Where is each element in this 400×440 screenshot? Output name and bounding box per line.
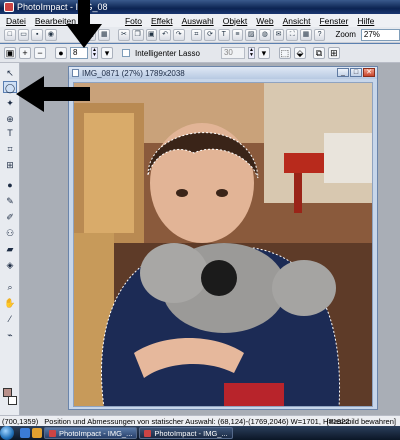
lasso-tool-icon[interactable]: ◯ bbox=[3, 81, 17, 93]
subtract-selection-icon[interactable]: − bbox=[34, 47, 46, 59]
close-button[interactable]: ✕ bbox=[363, 68, 375, 77]
pick-tool-icon[interactable]: ↖ bbox=[3, 67, 17, 79]
fullscreen-icon[interactable]: ⛶ bbox=[286, 28, 299, 41]
desktop-quicklaunch-icon[interactable] bbox=[20, 428, 30, 438]
image-canvas[interactable] bbox=[73, 82, 373, 407]
menu-fenster[interactable]: Fenster bbox=[319, 16, 348, 26]
open-file-icon[interactable]: ▭ bbox=[17, 28, 30, 41]
menu-foto[interactable]: Foto bbox=[125, 16, 142, 26]
status-bar: (700,1359) Position und Abmessungen von … bbox=[0, 415, 400, 426]
selection-mode-icon[interactable]: ▣ bbox=[4, 47, 16, 59]
fill-tool-icon[interactable]: ● bbox=[3, 179, 17, 191]
redo-icon[interactable]: ↷ bbox=[172, 28, 185, 41]
edge-width-input[interactable]: 30 bbox=[220, 47, 245, 59]
menu-ansicht[interactable]: Ansicht bbox=[283, 16, 311, 26]
app-titlebar: PhotoImpact - IMG_08 bbox=[0, 0, 400, 14]
paint-brush-tool-icon[interactable]: ✎ bbox=[3, 195, 17, 207]
paste-icon[interactable]: ▣ bbox=[145, 28, 158, 41]
retouch-tool-icon[interactable]: ✐ bbox=[3, 211, 17, 223]
slice-tool-icon[interactable]: ⊞ bbox=[3, 159, 17, 171]
taskbar-item-label: PhotoImpact - IMG_... bbox=[154, 428, 228, 438]
photoimpact-task-icon bbox=[144, 429, 152, 437]
smart-lasso-checkbox[interactable] bbox=[122, 49, 130, 57]
edge-width-dropdown-icon[interactable]: ▾ bbox=[257, 47, 270, 59]
status-coordinates: (700,1359) bbox=[2, 416, 39, 426]
camera-icon[interactable]: ◉ bbox=[45, 28, 57, 41]
layers-icon[interactable]: ≡ bbox=[231, 28, 244, 41]
magic-wand-tool-icon[interactable]: ✦ bbox=[3, 97, 17, 109]
new-file-icon[interactable]: □ bbox=[4, 28, 16, 41]
save-icon[interactable]: ▪ bbox=[31, 28, 44, 41]
text-icon[interactable]: T bbox=[217, 28, 230, 41]
explorer-quicklaunch-icon[interactable] bbox=[32, 428, 42, 438]
bucket-tool-icon[interactable]: ◈ bbox=[3, 259, 17, 271]
status-message: Position und Abmessungen von statischer … bbox=[44, 416, 350, 426]
hand-tool-icon[interactable]: ✋ bbox=[3, 297, 17, 309]
grid-icon[interactable]: ▦ bbox=[300, 28, 312, 41]
rotate-icon[interactable]: ⟳ bbox=[204, 28, 216, 41]
zoom-tool-icon[interactable]: ⌕ bbox=[3, 281, 17, 293]
taskbar-item-label: PhotoImpact - IMG_... bbox=[59, 428, 133, 438]
image-icon[interactable]: ▨ bbox=[245, 28, 257, 41]
edge-width-spinner[interactable]: ▲ ▼ bbox=[247, 47, 255, 59]
lasso-option-c-icon[interactable]: ⧉ bbox=[312, 47, 325, 59]
undo-icon[interactable]: ↶ bbox=[159, 28, 171, 41]
menu-auswahl[interactable]: Auswahl bbox=[182, 16, 214, 26]
eyedropper-tool-icon[interactable]: ⁄ bbox=[3, 313, 17, 325]
taskbar-item-photoimpact-2[interactable]: PhotoImpact - IMG_... bbox=[139, 427, 233, 439]
status-mode: [Basisbild bewahren] bbox=[326, 417, 396, 426]
menu-bar: Datei Bearbeiten Foto Effekt Auswahl Obj… bbox=[0, 14, 400, 27]
annotation-arrow-left bbox=[16, 76, 90, 112]
lasso-option-b-icon[interactable]: ⬙ bbox=[293, 47, 306, 59]
smart-lasso-label: Intelligenter Lasso bbox=[135, 48, 200, 58]
document-titlebar[interactable]: IMG_0871 (27%) 1789x2038 _ □ ✕ bbox=[69, 67, 377, 79]
menu-hilfe[interactable]: Hilfe bbox=[357, 16, 374, 26]
clone-tool-icon[interactable]: ⚇ bbox=[3, 227, 17, 239]
web-icon[interactable]: ◍ bbox=[259, 28, 271, 41]
menu-effekt[interactable]: Effekt bbox=[151, 16, 173, 26]
taskbar-item-photoimpact-1[interactable]: PhotoImpact - IMG_... bbox=[44, 427, 138, 439]
email-icon[interactable]: ✉ bbox=[272, 28, 285, 41]
photoimpact-app-icon bbox=[4, 2, 14, 12]
help-icon[interactable]: ? bbox=[313, 28, 326, 41]
windows-taskbar: PhotoImpact - IMG_... PhotoImpact - IMG_… bbox=[0, 426, 400, 440]
zoom-select[interactable]: 27% bbox=[360, 28, 400, 41]
lasso-option-d-icon[interactable]: ⊞ bbox=[327, 47, 340, 59]
background-color-swatch[interactable] bbox=[8, 396, 17, 405]
menu-datei[interactable]: Datei bbox=[6, 16, 26, 26]
options-toolbar: ▣ + − ● 8 ▲ ▼ ▾ Intelligenter Lasso 30 ▲ ▼… bbox=[0, 44, 400, 63]
annotation-arrow-down bbox=[66, 0, 102, 48]
zoom-label: Zoom bbox=[335, 30, 356, 39]
transform-tool-icon[interactable]: ⊕ bbox=[3, 113, 17, 125]
workspace: IMG_0871 (27%) 1789x2038 _ □ ✕ bbox=[20, 63, 400, 415]
text-tool-icon[interactable]: T bbox=[3, 127, 17, 139]
menu-web[interactable]: Web bbox=[256, 16, 273, 26]
document-window: IMG_0871 (27%) 1789x2038 _ □ ✕ bbox=[68, 66, 378, 410]
menu-objekt[interactable]: Objekt bbox=[223, 16, 248, 26]
eraser-tool-icon[interactable]: ▰ bbox=[3, 243, 17, 255]
crop-icon[interactable]: ⌗ bbox=[190, 28, 203, 41]
copy-icon[interactable]: ❐ bbox=[131, 28, 144, 41]
path-tool-icon[interactable]: ⌁ bbox=[3, 329, 17, 341]
maximize-button[interactable]: □ bbox=[350, 68, 362, 77]
tool-palette: ↖ ◯ ✦ ⊕ T ⌗ ⊞ ● ✎ ✐ ⚇ ▰ ◈ ⌕ ✋ ⁄ ⌁ bbox=[0, 63, 20, 415]
cut-icon[interactable]: ✂ bbox=[118, 28, 130, 41]
photoimpact-task-icon bbox=[49, 429, 56, 437]
minimize-button[interactable]: _ bbox=[337, 68, 349, 77]
lasso-option-a-icon[interactable]: ⬚ bbox=[278, 47, 291, 59]
crop-tool-icon[interactable]: ⌗ bbox=[3, 143, 17, 155]
photo-image bbox=[74, 83, 372, 406]
start-button[interactable] bbox=[0, 426, 14, 440]
document-title: IMG_0871 (27%) 1789x2038 bbox=[82, 68, 185, 78]
main-toolbar: □ ▭ ▪ ◉ ▤ ▦ ✂ ❐ ▣ ↶ ↷ ⌗ ⟳ T ≡ ▨ ◍ ✉ ⛶ ▦ … bbox=[0, 27, 400, 43]
add-selection-icon[interactable]: + bbox=[19, 47, 31, 59]
